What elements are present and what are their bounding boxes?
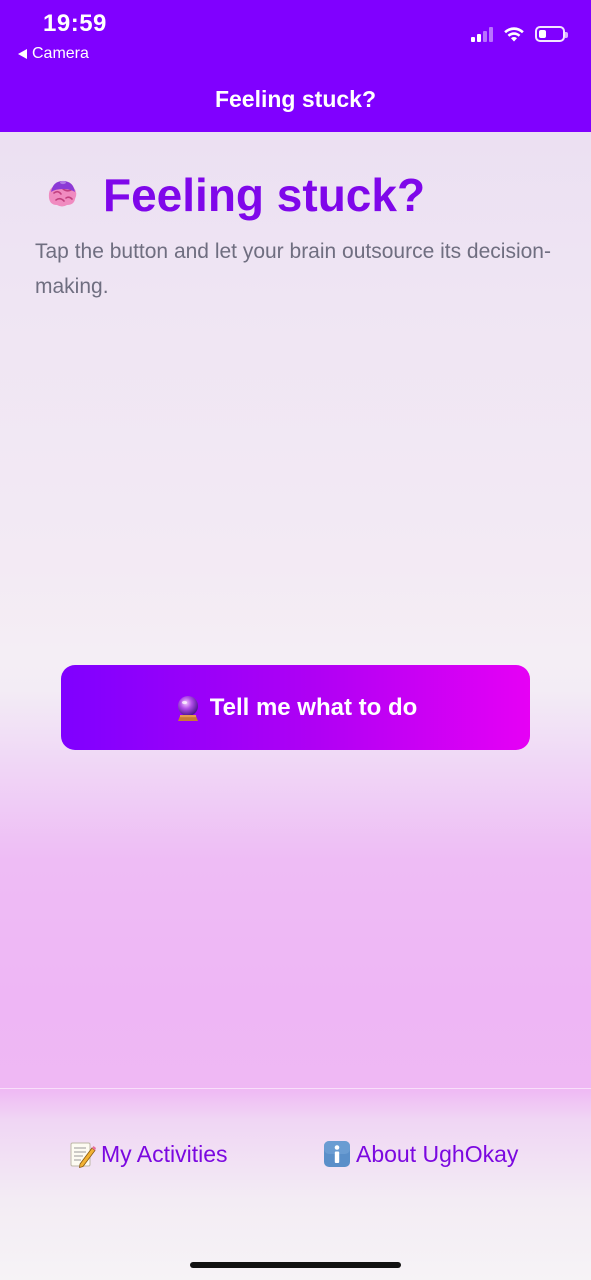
- wifi-icon: [504, 27, 524, 42]
- status-icons: [471, 26, 568, 42]
- battery-icon: [535, 26, 568, 42]
- about-ughokay-label: About UghOkay: [356, 1140, 519, 1167]
- footer-divider: [0, 1088, 591, 1089]
- my-activities-label: My Activities: [101, 1140, 228, 1167]
- crystal-ball-icon: [177, 695, 198, 721]
- page-heading: Feeling stuck?: [103, 169, 426, 221]
- brain-icon: [48, 180, 77, 207]
- back-to-camera-link[interactable]: Camera: [18, 45, 89, 63]
- subtitle-text: Tap the button and let your brain outsou…: [35, 240, 551, 298]
- home-indicator[interactable]: [190, 1262, 401, 1268]
- heading-row: Feeling stuck?: [45, 168, 425, 222]
- my-activities-link[interactable]: My Activities: [68, 1140, 228, 1168]
- back-label: Camera: [32, 45, 89, 62]
- status-time: 19:59: [43, 10, 107, 37]
- cta-label: Tell me what to do: [209, 693, 418, 721]
- info-icon: [324, 1141, 350, 1167]
- top-header: 19:59 Camera Feeling stuck?: [0, 0, 591, 132]
- cellular-signal-icon: [471, 26, 493, 42]
- about-ughokay-link[interactable]: About UghOkay: [323, 1140, 518, 1168]
- memo-icon: [70, 1142, 96, 1168]
- back-arrow-icon: [18, 49, 27, 59]
- nav-title: Feeling stuck?: [214, 86, 377, 112]
- tell-me-what-to-do-button[interactable]: Tell me what to do: [61, 665, 530, 750]
